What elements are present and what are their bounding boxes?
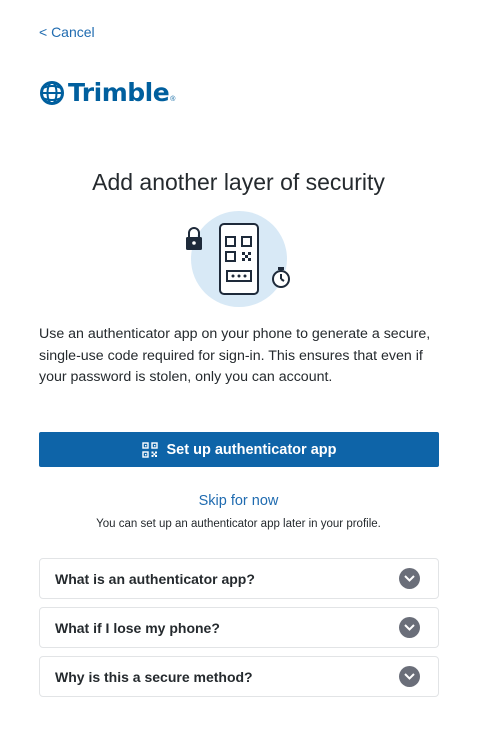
faq-item-why-secure[interactable]: Why is this a secure method? xyxy=(39,656,439,697)
skip-for-now-link[interactable]: Skip for now xyxy=(0,493,477,509)
description-text: Use an authenticator app on your phone t… xyxy=(39,326,431,385)
chevron-down-icon[interactable] xyxy=(399,568,420,589)
lock-icon xyxy=(186,227,202,250)
trimble-globe-icon xyxy=(40,80,64,105)
chevron-down-icon[interactable] xyxy=(399,666,420,687)
faq-item-label: What if I lose my phone? xyxy=(55,619,220,636)
phone-qr-icon xyxy=(219,223,259,295)
cancel-link[interactable]: < Cancel xyxy=(39,24,95,40)
security-illustration xyxy=(186,211,290,307)
skip-hint-text: You can set up an authenticator app late… xyxy=(96,518,381,530)
faq-item-lose-phone[interactable]: What if I lose my phone? xyxy=(39,607,439,648)
faq-item-what-is-authenticator[interactable]: What is an authenticator app? xyxy=(39,558,439,599)
setup-authenticator-label: Set up authenticator app xyxy=(166,441,337,458)
qr-code-icon xyxy=(141,441,158,458)
faq-item-label: What is an authenticator app? xyxy=(55,570,255,587)
setup-authenticator-button[interactable]: Set up authenticator app xyxy=(39,432,439,467)
chevron-down-icon[interactable] xyxy=(399,617,420,638)
trimble-logo: Trimble ® xyxy=(39,78,175,107)
page-title: Add another layer of security xyxy=(92,169,385,195)
logo-registered-mark: ® xyxy=(170,96,176,103)
logo-wordmark: Trimble xyxy=(68,78,170,107)
faq-item-label: Why is this a secure method? xyxy=(55,668,253,685)
